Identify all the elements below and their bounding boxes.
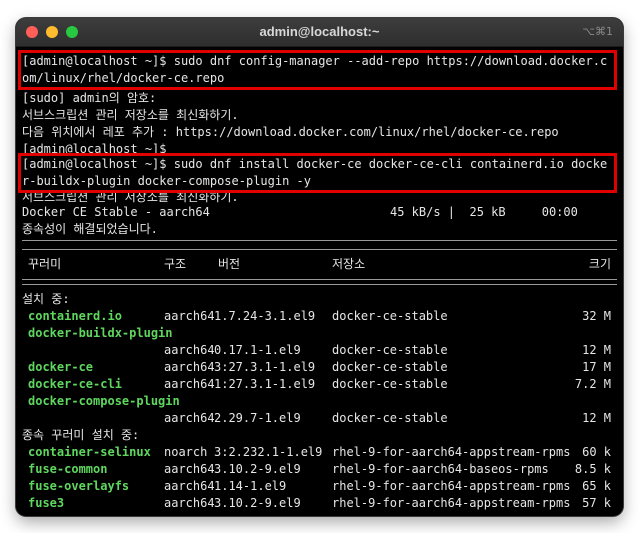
package-version: 2.29.7-1.el9 bbox=[214, 411, 301, 425]
window-title: admin@localhost:~ bbox=[259, 24, 380, 39]
table-header: 꾸러미 구조 버전 저장소 크기 bbox=[22, 256, 617, 273]
table-row: docker-ce-cli aarch64 1:27.3.1-1.el9 doc… bbox=[22, 376, 617, 393]
header-version: 버전 bbox=[218, 257, 241, 271]
table-row: fuse-common aarch64 3.10.2-9.el9 rhel-9-… bbox=[22, 461, 617, 478]
package-repo: docker-ce-stable bbox=[332, 360, 448, 374]
highlighted-command-1: [admin@localhost ~]$ sudo dnf config-man… bbox=[18, 50, 617, 90]
package-size: 57 k bbox=[582, 496, 611, 510]
package-repo: rhel-9-for-aarch64-appstream-rpms bbox=[332, 479, 571, 493]
package-arch: aarch64 bbox=[164, 309, 215, 323]
package-name: docker-ce bbox=[28, 360, 94, 374]
package-name: fuse-common bbox=[28, 462, 108, 476]
package-size: 8.5 k bbox=[574, 462, 611, 476]
package-arch: aarch64 bbox=[164, 360, 215, 374]
package-version: 3:27.3.1-1.el9 bbox=[214, 360, 316, 374]
package-size: 60 k bbox=[582, 445, 611, 459]
package-arch: aarch64 bbox=[164, 496, 215, 510]
table-row: docker-ce aarch64 3:27.3.1-1.el9 docker-… bbox=[22, 359, 617, 376]
highlighted-command-2: [admin@localhost ~]$ sudo dnf install do… bbox=[18, 153, 617, 193]
package-version: 1.7.24-3.1.el9 bbox=[214, 309, 316, 323]
package-name: containerd.io bbox=[28, 309, 122, 323]
package-name: docker-compose-plugin bbox=[28, 394, 180, 408]
terminal-window: admin@localhost:~ ⌥⌘1 [admin@localhost ~… bbox=[16, 18, 623, 516]
package-version: 3:2.232.1-1.el9 bbox=[214, 445, 323, 459]
table-row: container-selinux noarch 3:2.232.1-1.el9… bbox=[22, 444, 617, 461]
package-repo: docker-ce-stable bbox=[332, 309, 448, 323]
table-row: aarch64 0.17.1-1.el9 docker-ce-stable 12… bbox=[22, 342, 617, 359]
package-size: 12 M bbox=[582, 343, 611, 357]
package-name: docker-buildx-plugin bbox=[28, 326, 173, 340]
package-size: 12 M bbox=[582, 411, 611, 425]
deps-resolved-line: 종속성이 해결되었습니다. bbox=[22, 222, 158, 236]
package-version: 3.10.2-9.el9 bbox=[214, 496, 301, 510]
prompt-line-partial: [admin@localhost ~]$ bbox=[22, 142, 167, 153]
sudo-prompt: [sudo] admin의 암호: bbox=[22, 91, 157, 105]
table-row: fuse3 aarch64 3.10.2-9.el9 rhel-9-for-aa… bbox=[22, 495, 617, 512]
package-size: 7.2 M bbox=[574, 377, 611, 391]
repo-download-line: Docker CE Stable - aarch64 45 kB/s | 25 … bbox=[22, 204, 617, 221]
header-package: 꾸러미 bbox=[28, 257, 62, 271]
package-arch: aarch64 bbox=[164, 377, 215, 391]
title-bar: admin@localhost:~ ⌥⌘1 bbox=[16, 18, 623, 47]
package-size: 32 M bbox=[582, 309, 611, 323]
header-arch: 구조 bbox=[164, 257, 187, 271]
table-row: containerd.io aarch64 1.7.24-3.1.el9 doc… bbox=[22, 308, 617, 325]
package-version: 3.10.2-9.el9 bbox=[214, 462, 301, 476]
package-name: docker-ce-cli bbox=[28, 377, 122, 391]
package-arch: noarch bbox=[164, 445, 208, 459]
deps-label: 종속 꾸러미 설치 중: bbox=[22, 428, 140, 442]
package-arch: aarch64 bbox=[164, 343, 215, 357]
package-repo: rhel-9-for-aarch64-appstream-rpms bbox=[332, 496, 571, 510]
table-row-name-only: docker-compose-plugin bbox=[22, 393, 617, 410]
package-name: fuse3 bbox=[28, 496, 65, 510]
package-arch: aarch64 bbox=[164, 479, 215, 493]
package-repo: docker-ce-stable bbox=[332, 343, 448, 357]
window-shortcut: ⌥⌘1 bbox=[582, 25, 613, 38]
refresh-line-2: 서브스크립션 관리 저장소를 최신화하기. bbox=[22, 193, 239, 204]
package-repo: docker-ce-stable bbox=[332, 411, 448, 425]
package-size: 17 M bbox=[582, 360, 611, 374]
package-arch: aarch64 bbox=[164, 462, 215, 476]
table-row: aarch64 2.29.7-1.el9 docker-ce-stable 12… bbox=[22, 410, 617, 427]
add-repo-line: 다음 위치에서 레포 추가 : https://download.docker.… bbox=[22, 125, 559, 139]
package-version: 1.14-1.el9 bbox=[214, 479, 287, 493]
table-row: fuse-overlayfs aarch64 1.14-1.el9 rhel-9… bbox=[22, 478, 617, 495]
refresh-line-1: 서브스크립션 관리 저장소를 최신화하기. bbox=[22, 108, 239, 122]
table-separator-top bbox=[22, 240, 617, 250]
package-size: 65 k bbox=[582, 479, 611, 493]
table-row-name-only: docker-buildx-plugin bbox=[22, 325, 617, 342]
package-repo: rhel-9-for-aarch64-appstream-rpms bbox=[332, 445, 571, 459]
header-size: 크기 bbox=[588, 257, 611, 271]
package-repo: rhel-9-for-aarch64-baseos-rpms bbox=[332, 462, 549, 476]
package-repo: docker-ce-stable bbox=[332, 377, 448, 391]
package-version: 0.17.1-1.el9 bbox=[214, 343, 301, 357]
header-repo: 저장소 bbox=[332, 257, 366, 271]
installing-label: 설치 중: bbox=[22, 292, 70, 306]
package-arch: aarch64 bbox=[164, 411, 215, 425]
package-version: 1:27.3.1-1.el9 bbox=[214, 377, 316, 391]
table-separator-bottom bbox=[22, 279, 617, 285]
repo-name: Docker CE Stable - aarch64 bbox=[22, 205, 210, 219]
package-name: container-selinux bbox=[28, 445, 151, 459]
repo-speed: 45 kB/s | 25 kB 00:00 bbox=[390, 205, 578, 219]
terminal-output[interactable]: [admin@localhost ~]$ sudo dnf config-man… bbox=[18, 50, 617, 512]
package-name: fuse-overlayfs bbox=[28, 479, 130, 493]
